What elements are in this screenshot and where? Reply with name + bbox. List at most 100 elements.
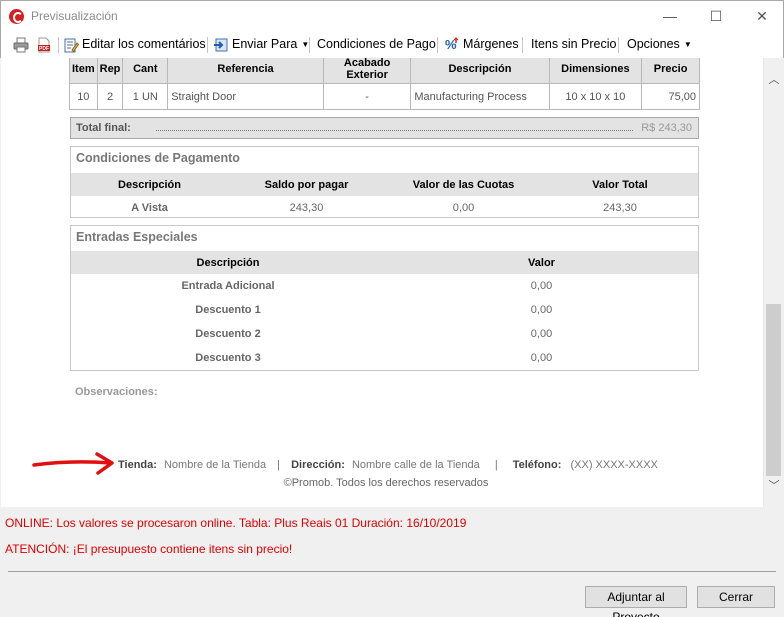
- table-row: Descuento 2 0,00: [71, 322, 698, 346]
- close-window-button[interactable]: ✕: [739, 1, 784, 32]
- edit-comments-label: Editar los comentários: [82, 37, 206, 51]
- cell-valor: 0,00: [530, 280, 553, 292]
- cell-descripcion: Manufacturing Process: [410, 83, 550, 110]
- address-value: Nombre calle de la Tienda: [351, 459, 480, 471]
- phone-label: Teléfono:: [512, 459, 562, 471]
- col-dimensiones: Dimensiones: [548, 58, 643, 84]
- send-to-dropdown[interactable]: Enviar Para ▼: [213, 35, 309, 55]
- store-label: Tienda:: [118, 459, 157, 471]
- percent-icon: %: [445, 37, 459, 52]
- close-button[interactable]: Cerrar: [697, 586, 775, 608]
- cell-precio: 75,00: [641, 83, 700, 110]
- chevron-down-icon: ▼: [683, 39, 692, 49]
- cell-saldo: 243,30: [289, 202, 324, 214]
- payment-table: Descripción Saldo por pagar Valor de las…: [71, 173, 698, 220]
- col-acabado: Acabado Exterior: [322, 58, 412, 84]
- pdf-icon: PDF: [38, 37, 50, 53]
- divider: [8, 571, 776, 572]
- copyright-text: ©Promob. Todos los derechos reservados: [283, 477, 489, 489]
- cell-referencia: Straight Door: [167, 83, 324, 110]
- col-saldo: Saldo por pagar: [228, 173, 385, 196]
- store-value: Nombre de la Tienda: [163, 459, 267, 471]
- separator: |: [277, 459, 281, 471]
- minimize-button[interactable]: —: [647, 1, 693, 32]
- scroll-up-icon[interactable]: ︿: [768, 74, 780, 86]
- special-entries-table: Descripción Valor Entrada Adicional 0,00…: [71, 251, 698, 370]
- col-descripcion: Descripción: [71, 173, 228, 196]
- scrollbar-thumb[interactable]: [766, 304, 781, 476]
- options-dropdown[interactable]: Opciones ▼: [627, 35, 692, 55]
- store-info-line: Tienda: Nombre de la Tienda | Dirección:…: [118, 459, 658, 471]
- payment-conditions-section: Condiciones de Pagamento Descripción Sal…: [70, 146, 699, 218]
- preview-document: Item Rep Cant Referencia Acabado Exterio…: [1, 58, 763, 507]
- cell-dimensiones: 10 x 10 x 10: [548, 83, 643, 110]
- table-row: Entrada Adicional 0,00: [71, 274, 698, 298]
- phone-value: (XX) XXXX-XXXX: [570, 459, 658, 471]
- items-header-row: Item Rep Cant Referencia Acabado Exterio…: [69, 58, 700, 84]
- payment-header-row: Descripción Saldo por pagar Valor de las…: [71, 173, 698, 196]
- col-total: Valor Total: [542, 173, 698, 196]
- table-row: Descuento 1 0,00: [71, 298, 698, 322]
- cell-descripcion: Entrada Adicional: [181, 280, 275, 292]
- edit-comments-button[interactable]: Editar los comentários: [63, 35, 206, 55]
- scroll-down-icon[interactable]: ﹀: [768, 480, 780, 492]
- margins-button[interactable]: % Márgenes: [444, 35, 519, 55]
- total-label: Total final:: [76, 122, 131, 134]
- cell-descripcion: Descuento 1: [195, 304, 261, 316]
- options-label: Opciones: [627, 37, 680, 51]
- cell-item: 10: [69, 83, 98, 110]
- separator: |: [494, 459, 498, 471]
- total-value: R$ 243,30: [641, 122, 692, 134]
- col-descripcion: Descripción: [410, 58, 550, 84]
- vertical-scrollbar[interactable]: ︿ ﹀: [763, 58, 783, 507]
- cell-descripcion: Descuento 2: [195, 328, 261, 340]
- margins-label: Márgenes: [463, 37, 519, 51]
- online-status-text: ONLINE: Los valores se procesaron online…: [5, 516, 467, 530]
- cell-acabado: -: [322, 83, 412, 110]
- special-entries-title: Entradas Especiales: [76, 230, 198, 244]
- items-table: Item Rep Cant Referencia Acabado Exterio…: [69, 58, 700, 110]
- print-button[interactable]: [13, 35, 32, 55]
- special-header-row: Descripción Valor: [71, 251, 698, 274]
- cell-cuotas: 0,00: [452, 202, 475, 214]
- svg-text:PDF: PDF: [39, 46, 49, 52]
- col-precio: Precio: [641, 58, 700, 84]
- send-icon: [214, 38, 228, 52]
- items-without-price-button[interactable]: Itens sin Precio: [531, 35, 616, 55]
- cell-valor: 0,00: [530, 352, 553, 364]
- table-row: 10 2 1 UN Straight Door - Manufacturing …: [69, 83, 700, 110]
- title-bar: Previsualización — ☐ ✕: [0, 0, 784, 31]
- table-row: Descuento 3 0,00: [71, 346, 698, 370]
- warning-status-text: ATENCIÓN: ¡El presupuesto contiene itens…: [5, 542, 293, 556]
- total-dots-divider: [156, 130, 633, 131]
- col-valor: Valor: [385, 251, 698, 274]
- cell-descripcion: A Vista: [131, 202, 168, 214]
- attach-to-project-button[interactable]: Adjuntar al Proyecto: [585, 586, 687, 617]
- col-descripcion: Descripción: [71, 251, 385, 274]
- table-row: A Vista 243,30 0,00 243,30: [71, 196, 698, 220]
- observations-label: Observaciones:: [75, 386, 158, 398]
- address-label: Dirección:: [291, 459, 345, 471]
- cell-valor: 0,00: [530, 304, 553, 316]
- cell-total: 243,30: [603, 202, 637, 214]
- app-logo-icon: [9, 9, 24, 24]
- cell-descripcion: Descuento 3: [195, 352, 261, 364]
- window-title: Previsualización: [31, 9, 118, 23]
- toolbar: PDF Editar los comentários Enviar Para ▼ …: [0, 31, 784, 58]
- payment-conditions-button[interactable]: Condiciones de Pago: [317, 35, 436, 55]
- special-entries-section: Entradas Especiales Descripción Valor En…: [70, 225, 699, 371]
- col-item: Item: [69, 58, 98, 84]
- total-bar: Total final: R$ 243,30: [70, 117, 699, 139]
- cell-rep: 2: [96, 83, 124, 110]
- edit-document-icon: [64, 38, 79, 53]
- cell-cant: 1 UN: [122, 83, 169, 110]
- pdf-button[interactable]: PDF: [36, 35, 55, 55]
- cell-valor: 0,00: [530, 328, 553, 340]
- printer-icon: [13, 37, 29, 53]
- col-cuotas: Valor de las Cuotas: [385, 173, 542, 196]
- col-rep: Rep: [96, 58, 124, 84]
- col-referencia: Referencia: [167, 58, 324, 84]
- maximize-button[interactable]: ☐: [693, 1, 739, 32]
- payment-conditions-title: Condiciones de Pagamento: [76, 151, 240, 165]
- red-arrow-annotation-icon: [32, 452, 114, 475]
